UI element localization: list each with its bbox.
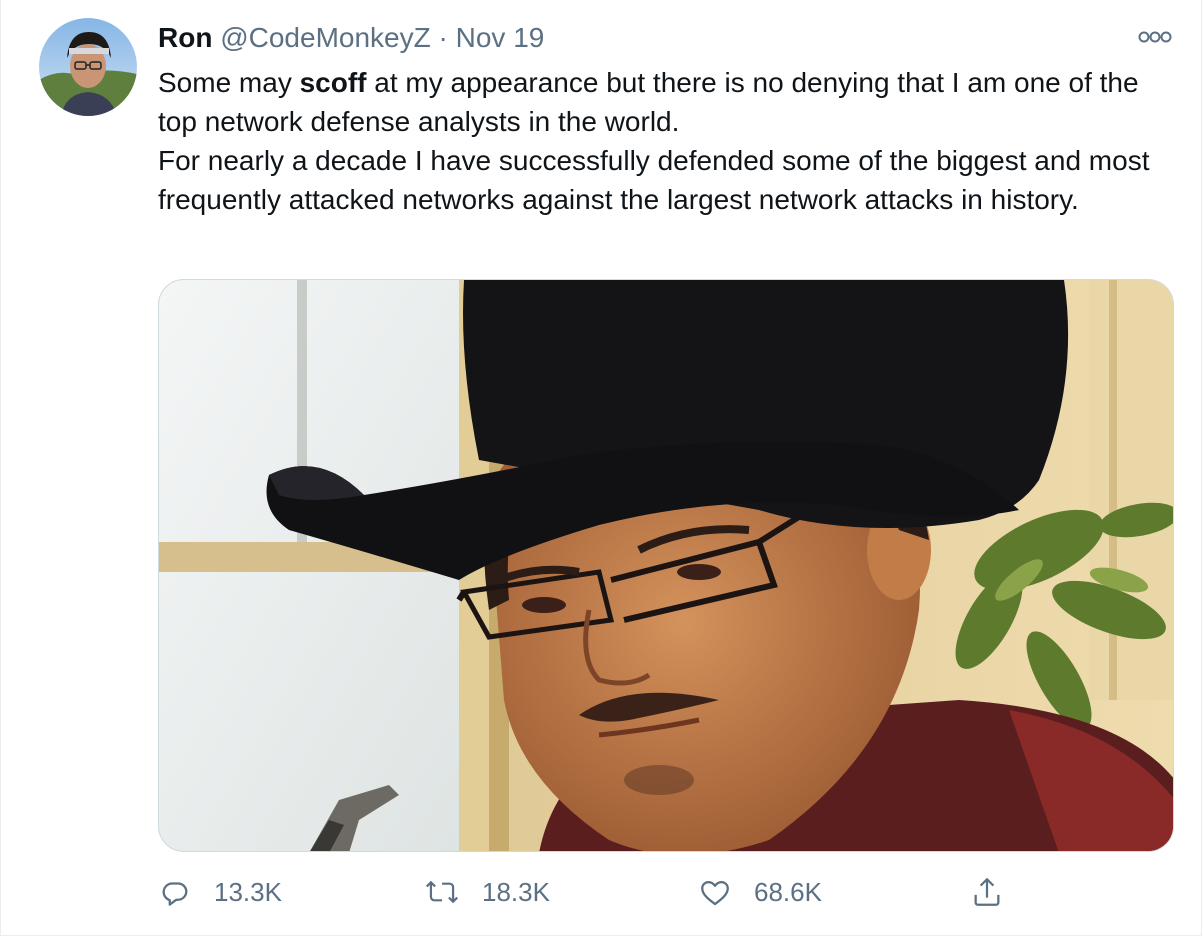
tweet-card[interactable]: Ron @CodeMonkeyZ · Nov 19 Some may scoff… xyxy=(0,0,1202,936)
action-bar: 13.3K 18.3K 68.6K xyxy=(158,870,1174,914)
like-count: 68.6K xyxy=(754,876,822,907)
like-button[interactable]: 68.6K xyxy=(698,870,822,914)
reply-count: 13.3K xyxy=(214,876,282,907)
avatar[interactable] xyxy=(39,18,137,116)
bold-word: scoff xyxy=(299,67,367,98)
photo-image xyxy=(159,280,1173,851)
separator-dot: · xyxy=(438,22,448,53)
author-handle[interactable]: @CodeMonkeyZ xyxy=(220,22,431,53)
reply-icon xyxy=(162,882,188,906)
author-name[interactable]: Ron xyxy=(158,22,212,53)
tweet-header: Ron @CodeMonkeyZ · Nov 19 xyxy=(158,20,544,56)
tweet-date[interactable]: Nov 19 xyxy=(456,22,545,53)
tweet-text-paragraph-1: Some may scoff at my appearance but ther… xyxy=(158,63,1168,141)
retweet-count: 18.3K xyxy=(482,876,550,907)
heart-icon xyxy=(701,880,729,906)
retweet-button[interactable]: 18.3K xyxy=(424,870,550,914)
more-options-icon[interactable] xyxy=(1135,24,1175,50)
tweet-text: Some may scoff at my appearance but ther… xyxy=(158,63,1168,219)
share-button[interactable] xyxy=(970,870,1026,914)
tweet-photo[interactable] xyxy=(158,279,1174,852)
text-part: Some may xyxy=(158,67,300,98)
share-icon xyxy=(974,878,1000,906)
reply-button[interactable]: 13.3K xyxy=(158,870,282,914)
avatar-image xyxy=(39,18,137,116)
tweet-text-paragraph-2: For nearly a decade I have successfully … xyxy=(158,145,1150,215)
retweet-icon xyxy=(425,880,459,904)
